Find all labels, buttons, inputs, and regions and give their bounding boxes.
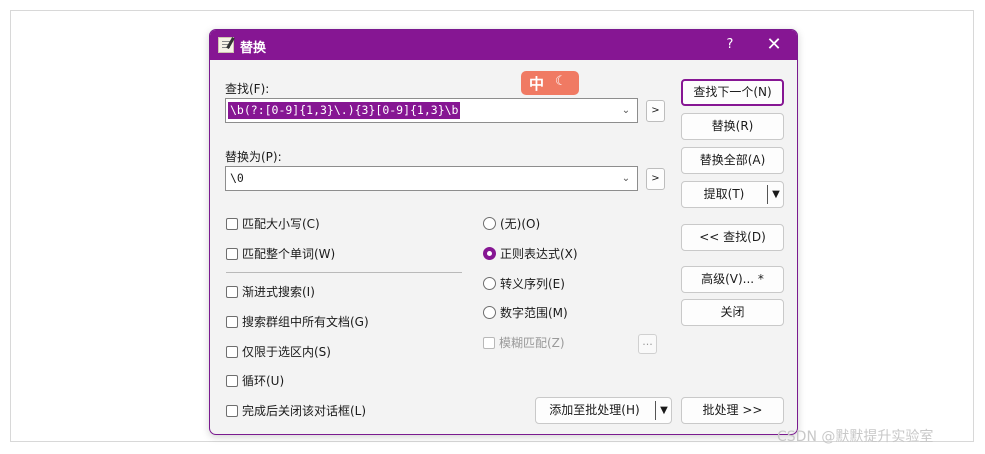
dialog-title: 替换 <box>240 41 267 56</box>
mode-none-label: (无)(O) <box>500 217 541 231</box>
replace-button[interactable]: 替换(R) <box>681 113 784 140</box>
radio-circle[interactable] <box>483 306 496 319</box>
mode-escape-label: 转义序列(E) <box>500 277 565 291</box>
radio-circle[interactable] <box>483 277 496 290</box>
close-icon[interactable]: ✕ <box>763 34 785 56</box>
find-next-button[interactable]: 查找下一个(N) <box>681 79 784 106</box>
checkbox-box[interactable] <box>226 405 238 417</box>
chevron-down-icon[interactable]: ⌄ <box>619 170 633 187</box>
notepad-icon <box>218 37 234 53</box>
caret-down-icon[interactable]: ▼ <box>657 398 671 423</box>
search-group-docs-label: 搜索群组中所有文档(G) <box>242 315 369 329</box>
fuzzy-match-label: 模糊匹配(Z) <box>499 336 565 350</box>
caret-down-icon[interactable]: ▼ <box>769 182 783 207</box>
ime-mode-label: 中 <box>529 75 545 93</box>
checkbox-box[interactable] <box>226 218 238 230</box>
find-label: 查找(F): <box>225 82 270 96</box>
find-value: \b(?:[0-9]{1,3}\.){3}[0-9]{1,3}\b <box>228 102 461 119</box>
mode-regex-label: 正则表达式(X) <box>500 247 578 261</box>
advanced-button[interactable]: 高级(V)... * <box>681 266 784 293</box>
find-input[interactable]: \b(?:[0-9]{1,3}\.){3}[0-9]{1,3}\b ⌄ <box>225 98 638 123</box>
in-selection-label: 仅限于选区内(S) <box>242 345 331 359</box>
ime-indicator: 中 ☾ <box>521 71 579 95</box>
incremental-search-label: 渐进式搜索(I) <box>242 285 315 299</box>
replace-input[interactable]: \0 ⌄ <box>225 166 638 191</box>
replace-history-button[interactable]: > <box>646 168 665 190</box>
close-button[interactable]: 关闭 <box>681 299 784 326</box>
extract-split-button[interactable]: 提取(T) ▼ <box>681 181 784 208</box>
find-less-button[interactable]: << 查找(D) <box>681 224 784 251</box>
checkbox-box[interactable] <box>483 337 495 349</box>
checkbox-box[interactable] <box>226 248 238 260</box>
replace-label: 替换为(P): <box>225 150 282 164</box>
chevron-down-icon[interactable]: ⌄ <box>619 102 633 119</box>
replace-value: \0 <box>230 171 244 185</box>
mode-number-range-label: 数字范围(M) <box>500 306 568 320</box>
checkbox-box[interactable] <box>226 286 238 298</box>
add-to-batch-label[interactable]: 添加至批处理(H) <box>536 398 653 423</box>
checkbox-box[interactable] <box>226 375 238 387</box>
checkbox-box[interactable] <box>226 346 238 358</box>
find-history-button[interactable]: > <box>646 100 665 122</box>
checkbox-box[interactable] <box>226 316 238 328</box>
title-bar[interactable]: 替换 ? ✕ <box>210 30 797 60</box>
replace-dialog: 替换 ? ✕ 查找(F): \b(?:[0-9]{1,3}\.){3}[0-9]… <box>209 29 798 435</box>
help-button[interactable]: ? <box>720 35 740 55</box>
radio-circle[interactable] <box>483 247 496 260</box>
batch-button[interactable]: 批处理 >> <box>681 397 784 424</box>
divider <box>226 272 462 273</box>
replace-all-button[interactable]: 替换全部(A) <box>681 147 784 174</box>
match-whole-word-label: 匹配整个单词(W) <box>242 247 336 261</box>
match-case-label: 匹配大小写(C) <box>242 217 320 231</box>
radio-circle[interactable] <box>483 217 496 230</box>
moon-icon: ☾ <box>555 74 567 89</box>
split-separator <box>655 401 656 420</box>
wrap-around-label: 循环(U) <box>242 374 285 388</box>
add-to-batch-split-button[interactable]: 添加至批处理(H) ▼ <box>535 397 672 424</box>
split-separator <box>767 185 768 204</box>
close-after-label: 完成后关闭该对话框(L) <box>242 404 367 418</box>
watermark: CSDN @默默提升实验室 <box>777 429 934 445</box>
extract-button-label[interactable]: 提取(T) <box>682 182 766 207</box>
fuzzy-options-button[interactable]: ... <box>638 334 657 354</box>
